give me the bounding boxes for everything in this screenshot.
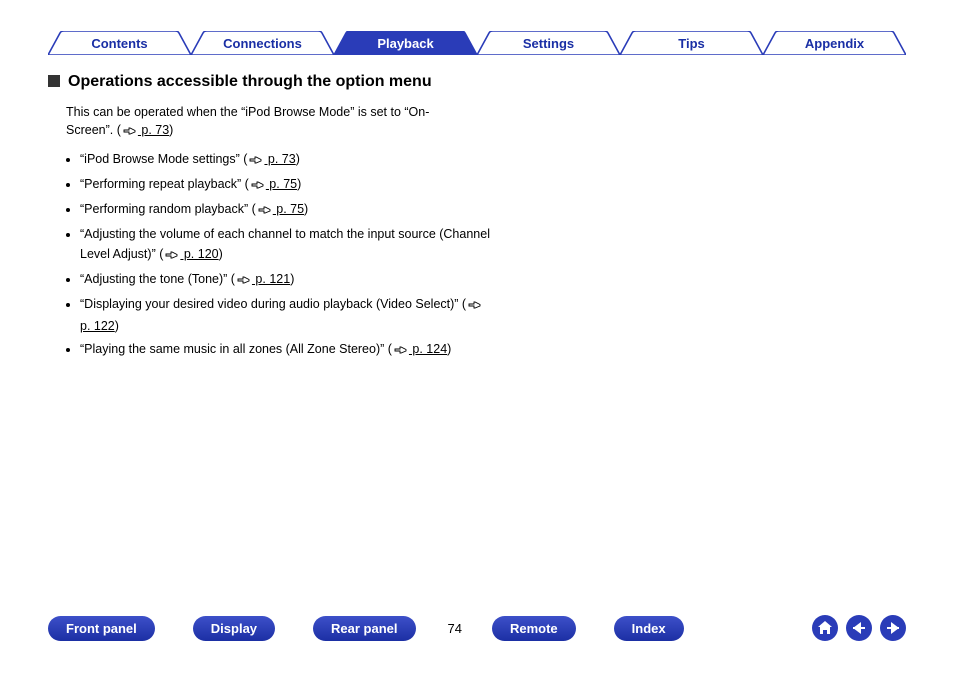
rear-panel-button[interactable]: Rear panel (313, 616, 415, 641)
pointing-hand-icon (165, 246, 179, 266)
op-pre: “Playing the same music in all zones (Al… (80, 342, 392, 356)
intro-page-link[interactable]: p. 73 (138, 123, 169, 137)
page-number: 74 (448, 621, 462, 636)
top-tabs: ContentsConnectionsPlaybackSettingsTipsA… (48, 31, 906, 55)
pointing-hand-icon (123, 123, 137, 141)
op-post: ) (447, 342, 451, 356)
tab-label: Appendix (763, 31, 906, 55)
op-pre: “Displaying your desired video during au… (80, 297, 466, 311)
list-item: “Displaying your desired video during au… (80, 294, 496, 336)
index-button[interactable]: Index (614, 616, 684, 641)
op-post: ) (296, 152, 300, 166)
list-item: “Adjusting the volume of each channel to… (80, 224, 496, 266)
tab-settings[interactable]: Settings (477, 31, 620, 55)
pointing-hand-icon (394, 341, 408, 361)
display-button[interactable]: Display (193, 616, 275, 641)
op-pre: “Adjusting the tone (Tone)” ( (80, 272, 235, 286)
op-page-link[interactable]: p. 75 (266, 177, 297, 191)
heading-bullet (48, 75, 60, 87)
op-page-link[interactable]: p. 120 (180, 247, 218, 261)
front-panel-button[interactable]: Front panel (48, 616, 155, 641)
op-pre: “iPod Browse Mode settings” ( (80, 152, 247, 166)
op-post: ) (219, 247, 223, 261)
prev-page-icon[interactable] (846, 615, 872, 641)
tab-label: Connections (191, 31, 334, 55)
op-post: ) (304, 202, 308, 216)
tab-label: Playback (334, 31, 477, 55)
list-item: “Playing the same music in all zones (Al… (80, 339, 496, 361)
op-page-link[interactable]: p. 75 (273, 202, 304, 216)
intro-pre: This can be operated when the “iPod Brow… (66, 105, 429, 137)
tab-tips[interactable]: Tips (620, 31, 763, 55)
tab-contents[interactable]: Contents (48, 31, 191, 55)
op-page-link[interactable]: p. 121 (252, 272, 290, 286)
op-pre: “Performing repeat playback” ( (80, 177, 249, 191)
op-page-link[interactable]: p. 124 (409, 342, 447, 356)
op-page-link[interactable]: p. 73 (264, 152, 295, 166)
pointing-hand-icon (249, 151, 263, 171)
op-pre: “Performing random playback” ( (80, 202, 256, 216)
pointing-hand-icon (251, 176, 265, 196)
op-post: ) (290, 272, 294, 286)
tab-connections[interactable]: Connections (191, 31, 334, 55)
pointing-hand-icon (237, 271, 251, 291)
tab-playback[interactable]: Playback (334, 31, 477, 55)
content: Operations accessible through the option… (48, 72, 654, 364)
intro-post: ) (169, 123, 173, 137)
pointing-hand-icon (258, 201, 272, 221)
tab-label: Tips (620, 31, 763, 55)
bottom-bar: Front panel Display Rear panel 74 Remote… (48, 614, 906, 642)
section-heading: Operations accessible through the option… (68, 72, 432, 93)
tab-label: Settings (477, 31, 620, 55)
remote-button[interactable]: Remote (492, 616, 576, 641)
next-page-icon[interactable] (880, 615, 906, 641)
op-pre: “Adjusting the volume of each channel to… (80, 227, 490, 261)
option-list: “iPod Browse Mode settings” ( p. 73)“Per… (66, 149, 496, 361)
tab-label: Contents (48, 31, 191, 55)
op-page-link[interactable]: p. 122 (80, 319, 115, 333)
list-item: “Adjusting the tone (Tone)” ( p. 121) (80, 269, 496, 291)
op-post: ) (115, 319, 119, 333)
list-item: “Performing random playback” ( p. 75) (80, 199, 496, 221)
list-item: “Performing repeat playback” ( p. 75) (80, 174, 496, 196)
op-post: ) (297, 177, 301, 191)
pointing-hand-icon (468, 296, 482, 316)
list-item: “iPod Browse Mode settings” ( p. 73) (80, 149, 496, 171)
tab-appendix[interactable]: Appendix (763, 31, 906, 55)
home-icon[interactable] (812, 615, 838, 641)
intro-text: This can be operated when the “iPod Brow… (66, 103, 466, 141)
